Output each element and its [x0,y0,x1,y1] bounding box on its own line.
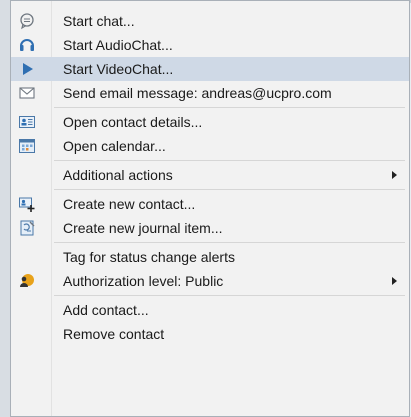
menu-item-remove-contact[interactable]: Remove contact [11,322,409,346]
menu-item-label: Start AudioChat... [63,37,173,53]
menu-item-label: Create new contact... [63,196,196,212]
menu-item-label: Open calendar... [63,138,166,154]
menu-item-open-contact-details[interactable]: Open contact details... [11,110,409,134]
context-menu: Start chat... Start AudioChat... Start V… [10,0,410,417]
menu-item-label: Authorization level: Public [63,273,224,289]
headset-icon [18,36,36,54]
menu-item-send-email[interactable]: Send email message: andreas@ucpro.com [11,81,409,105]
menu-item-create-new-contact[interactable]: Create new contact... [11,192,409,216]
menu-item-additional-actions[interactable]: Additional actions [11,163,409,187]
submenu-arrow-icon [392,277,397,285]
journal-icon [18,219,36,237]
menu-separator [54,295,405,296]
submenu-arrow-icon [392,171,397,179]
authorization-icon [18,272,36,290]
menu-item-add-contact[interactable]: Add contact... [11,298,409,322]
menu-item-label: Tag for status change alerts [63,249,235,265]
envelope-icon [18,84,36,102]
menu-item-start-chat[interactable]: Start chat... [11,9,409,33]
menu-item-label: Add contact... [63,302,149,318]
menu-separator [54,107,405,108]
contact-card-icon [18,113,36,131]
add-contact-icon [18,195,36,213]
calendar-icon [18,137,36,155]
menu-item-label: Additional actions [63,167,173,183]
menu-item-create-new-journal-item[interactable]: Create new journal item... [11,216,409,240]
menu-item-label: Send email message: andreas@ucpro.com [63,85,332,101]
chat-bubble-icon [18,12,36,30]
menu-item-authorization-level[interactable]: Authorization level: Public [11,269,409,293]
menu-item-start-audiochat[interactable]: Start AudioChat... [11,33,409,57]
background-list-edge [0,0,10,417]
menu-item-open-calendar[interactable]: Open calendar... [11,134,409,158]
menu-separator [54,189,405,190]
menu-item-label: Start chat... [63,13,135,29]
menu-separator [54,242,405,243]
menu-item-label: Start VideoChat... [63,61,174,77]
menu-item-start-videochat[interactable]: Start VideoChat... [11,57,409,81]
menu-item-tag-status-alerts[interactable]: Tag for status change alerts [11,245,409,269]
menu-item-label: Create new journal item... [63,220,223,236]
menu-item-label: Remove contact [63,326,165,342]
play-icon [18,60,36,78]
menu-item-label: Open contact details... [63,114,203,130]
menu-separator [54,160,405,161]
